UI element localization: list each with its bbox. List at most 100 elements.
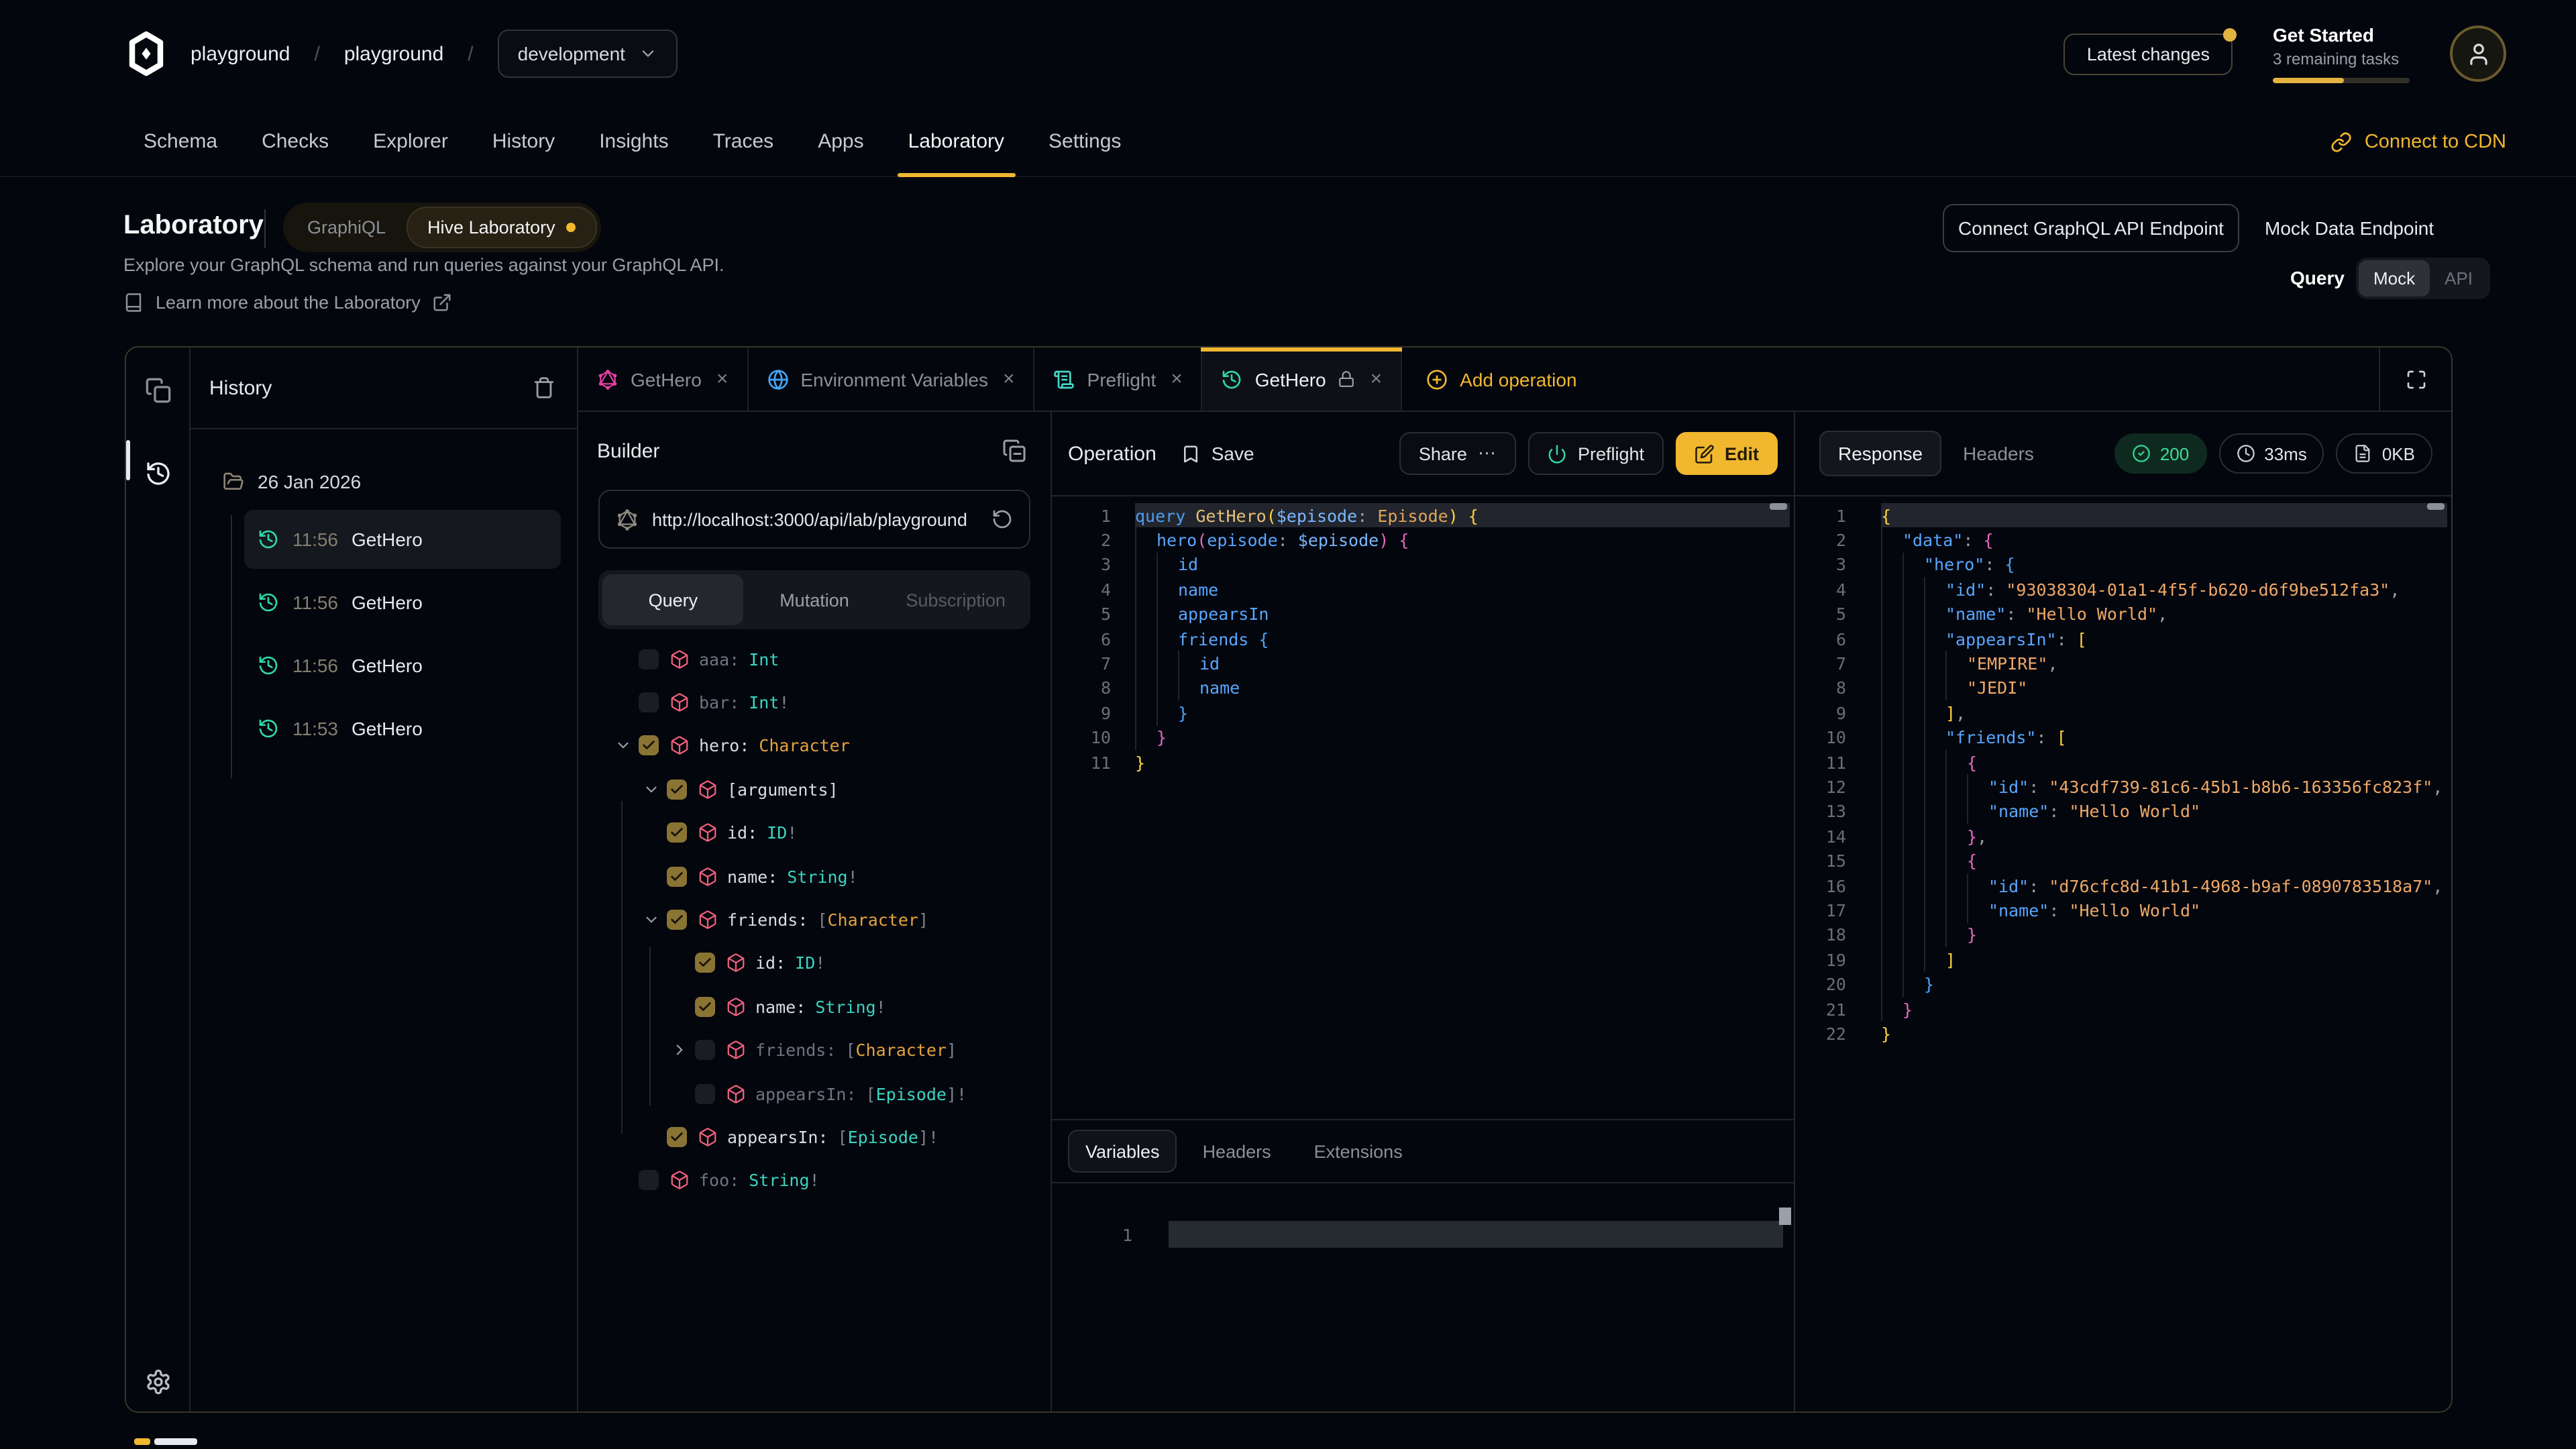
variables-line-number: 1: [1052, 1224, 1132, 1244]
refresh-schema-button[interactable]: [991, 508, 1013, 530]
field-checkbox[interactable]: [695, 1083, 715, 1104]
user-avatar[interactable]: [2450, 25, 2506, 82]
response-json-viewer[interactable]: 1{2"data": {3"hero": {4"id": "93038304-0…: [1795, 496, 2451, 1411]
indent-guide: [1157, 700, 1178, 725]
operation-type-mutation[interactable]: Mutation: [744, 574, 885, 625]
latest-changes-button[interactable]: Latest changes: [2064, 33, 2233, 74]
mode-option-graphiql[interactable]: GraphiQL: [287, 207, 406, 248]
history-entry[interactable]: 11:53GetHero: [244, 699, 561, 758]
nav-tab-schema[interactable]: Schema: [133, 107, 228, 176]
field-checkbox[interactable]: [667, 823, 687, 843]
tab-environment-variables[interactable]: Environment Variables×: [748, 347, 1034, 411]
query-mode-api[interactable]: API: [2430, 260, 2487, 297]
mode-option-hive-laboratory[interactable]: Hive Laboratory: [406, 207, 597, 248]
nav-tab-checks[interactable]: Checks: [251, 107, 339, 176]
editor-scrollbar-thumb[interactable]: [2427, 503, 2445, 510]
nav-tab-settings[interactable]: Settings: [1038, 107, 1132, 176]
subtab-headers[interactable]: Headers: [1185, 1130, 1289, 1173]
get-started-widget[interactable]: Get Started 3 remaining tasks: [2273, 24, 2410, 83]
subtab-extensions[interactable]: Extensions: [1297, 1130, 1420, 1173]
variables-scrollbar-thumb[interactable]: [1779, 1208, 1791, 1225]
tab-response[interactable]: Response: [1819, 431, 1941, 476]
endpoint-url-input[interactable]: http://localhost:3000/api/lab/playground: [598, 490, 1030, 549]
tree-field-row[interactable]: foo:String!: [578, 1159, 1051, 1202]
operation-type-subscription[interactable]: Subscription: [885, 574, 1026, 625]
field-checkbox[interactable]: [667, 780, 687, 800]
nav-tab-apps[interactable]: Apps: [807, 107, 874, 176]
field-checkbox[interactable]: [639, 692, 659, 712]
hive-logo-icon[interactable]: [123, 31, 169, 76]
graphql-query-editor[interactable]: 1query GetHero($episode: Episode) {2hero…: [1052, 496, 1794, 1119]
close-tab-icon[interactable]: ×: [1171, 368, 1183, 390]
code-line: 1query GetHero($episode: Episode) {: [1052, 503, 1794, 528]
collections-button[interactable]: [144, 377, 171, 404]
connect-graphql-endpoint-button[interactable]: Connect GraphQL API Endpoint: [1943, 204, 2239, 252]
chevron-down-icon[interactable]: [640, 911, 661, 928]
close-tab-icon[interactable]: ×: [1003, 368, 1015, 390]
tree-field-row[interactable]: friends:[Character]: [578, 898, 1051, 942]
fullscreen-button[interactable]: [2379, 347, 2451, 411]
editor-scrollbar-thumb[interactable]: [1770, 503, 1787, 510]
history-entry[interactable]: 11:56GetHero: [244, 636, 561, 695]
field-checkbox[interactable]: [639, 736, 659, 756]
chevron-down-icon[interactable]: [612, 737, 633, 755]
edit-button[interactable]: Edit: [1675, 432, 1778, 475]
mock-data-endpoint-button[interactable]: Mock Data Endpoint: [2265, 204, 2434, 252]
collapse-builder-button[interactable]: [1002, 439, 1026, 463]
nav-tab-history[interactable]: History: [482, 107, 566, 176]
settings-button[interactable]: [144, 1368, 171, 1395]
tree-field-row[interactable]: name:String!: [578, 855, 1051, 898]
chevron-right-icon[interactable]: [668, 1041, 690, 1059]
preflight-button[interactable]: Preflight: [1528, 432, 1663, 475]
tab-gethero[interactable]: GetHero×: [1203, 347, 1402, 411]
code-line: 1{: [1795, 503, 2451, 528]
tree-field-row[interactable]: [arguments]: [578, 767, 1051, 811]
learn-more-link[interactable]: Learn more about the Laboratory: [123, 292, 453, 313]
breadcrumb-project[interactable]: playground: [344, 42, 443, 65]
environment-select[interactable]: development: [498, 30, 678, 78]
nav-tab-insights[interactable]: Insights: [588, 107, 679, 176]
field-checkbox[interactable]: [695, 953, 715, 973]
history-entry[interactable]: 11:56GetHero: [244, 573, 561, 632]
nav-tab-traces[interactable]: Traces: [702, 107, 785, 176]
tree-field-row[interactable]: appearsIn:[Episode]!: [578, 1116, 1051, 1159]
close-tab-icon[interactable]: ×: [716, 368, 729, 390]
history-entry[interactable]: 11:56GetHero: [244, 510, 561, 569]
tree-field-row[interactable]: id:ID!: [578, 811, 1051, 855]
nav-tab-laboratory[interactable]: Laboratory: [898, 107, 1015, 176]
tab-response-headers[interactable]: Headers: [1955, 443, 2042, 464]
add-operation-button[interactable]: Add operation: [1402, 347, 1601, 411]
field-checkbox[interactable]: [695, 997, 715, 1017]
share-menu-dots[interactable]: ⋯: [1478, 443, 1497, 464]
subtab-variables[interactable]: Variables: [1068, 1130, 1177, 1173]
tab-gethero[interactable]: GetHero×: [578, 347, 748, 411]
tree-field-row[interactable]: bar:Int!: [578, 681, 1051, 724]
field-type: Character: [856, 1040, 947, 1060]
operation-type-query[interactable]: Query: [602, 574, 744, 625]
field-checkbox[interactable]: [695, 1040, 715, 1060]
history-rail-button[interactable]: [144, 460, 171, 487]
code-token: "d76cfc8d-41b1-4968-b9af-0890783518a7": [2049, 875, 2432, 896]
field-checkbox[interactable]: [639, 649, 659, 669]
line-number: 17: [1795, 900, 1846, 920]
query-mode-mock[interactable]: Mock: [2359, 260, 2430, 297]
chevron-down-icon[interactable]: [640, 781, 661, 798]
field-checkbox[interactable]: [667, 866, 687, 886]
connect-to-cdn-link[interactable]: Connect to CDN: [2331, 131, 2506, 152]
nav-tab-explorer[interactable]: Explorer: [362, 107, 459, 176]
close-tab-icon[interactable]: ×: [1371, 368, 1383, 390]
variables-editor[interactable]: 1: [1052, 1183, 1794, 1411]
tree-field-row[interactable]: aaa:Int: [578, 637, 1051, 681]
variables-current-line[interactable]: [1169, 1221, 1783, 1248]
save-operation-button[interactable]: Save: [1181, 443, 1254, 464]
field-checkbox[interactable]: [667, 910, 687, 930]
field-checkbox[interactable]: [639, 1171, 659, 1191]
tab-preflight[interactable]: Preflight×: [1035, 347, 1203, 411]
share-button[interactable]: Share ⋯: [1400, 432, 1516, 475]
history-date-group[interactable]: 26 Jan 2026: [191, 459, 577, 504]
tree-field-row[interactable]: hero:Character: [578, 724, 1051, 768]
page-hscrollbar[interactable]: [134, 1438, 197, 1445]
field-checkbox[interactable]: [667, 1127, 687, 1147]
clear-history-button[interactable]: [533, 376, 555, 400]
breadcrumb-org[interactable]: playground: [191, 42, 290, 65]
